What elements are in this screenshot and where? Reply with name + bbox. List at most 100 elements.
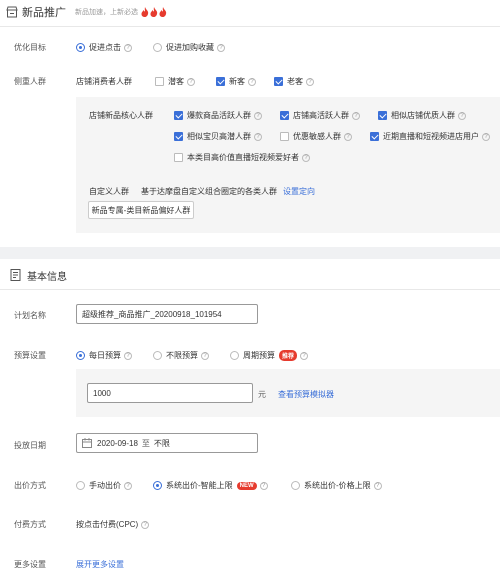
help-icon[interactable]: ? — [187, 77, 195, 86]
checkbox-checked[interactable] — [370, 132, 379, 141]
expand-more-link[interactable]: 展开更多设置 — [76, 559, 124, 570]
bid-option-price-cap[interactable]: 系统出价-价格上限 ? — [291, 480, 382, 491]
custom-crowd-button[interactable]: 新品专属-类目新品偏好人群 — [88, 201, 194, 219]
crowd-label-row: 侧重人群 — [14, 76, 46, 87]
bid-option-smart-cap[interactable]: 系统出价-智能上限 NEW ? — [153, 480, 268, 491]
optimize-option-label: 促进加购收藏 — [166, 43, 214, 52]
plan-name-input[interactable]: 超级推荐_商品推广_20200918_101954 — [76, 304, 258, 324]
radio-checked[interactable] — [76, 351, 85, 360]
help-icon[interactable]: ? — [201, 351, 209, 360]
pay-label-row: 付费方式 — [14, 519, 46, 530]
help-icon[interactable]: ? — [373, 481, 382, 490]
new-badge: NEW — [236, 481, 257, 490]
help-icon[interactable]: ? — [254, 111, 262, 120]
core-option-2[interactable]: 相似店铺优质人群 ? — [378, 110, 466, 121]
checkbox-checked[interactable] — [174, 111, 183, 120]
optimize-option-0[interactable]: 促进点击 ? — [76, 42, 132, 53]
radio-unchecked[interactable] — [230, 351, 239, 360]
checkbox-label: 爆款商品活跃人群 — [187, 111, 251, 120]
more-label-row: 更多设置 — [14, 559, 46, 570]
set-targeting-link[interactable]: 设置定向 — [283, 186, 315, 197]
checkbox-label: 潜客 — [168, 77, 184, 86]
help-icon[interactable]: ? — [344, 132, 352, 141]
checkbox-unchecked[interactable] — [174, 153, 183, 162]
help-icon[interactable]: ? — [352, 111, 360, 120]
crowd-checkbox-laoke[interactable]: 老客 ? — [274, 76, 314, 87]
custom-crowd-desc: 基于达摩盘自定义组合圈定的各类人群 — [141, 187, 277, 196]
help-icon[interactable]: ? — [124, 481, 132, 490]
pay-value: 按点击付费(CPC) — [76, 520, 139, 529]
plan-name-label-row: 计划名称 — [14, 310, 46, 321]
help-icon[interactable]: ? — [124, 43, 132, 52]
budget-option-daily[interactable]: 每日预算 ? — [76, 350, 132, 361]
crowd-checkbox-qianke[interactable]: 潜客 ? — [155, 76, 195, 87]
checkbox-unchecked[interactable] — [155, 77, 164, 86]
date-end: 不限 — [153, 438, 170, 448]
core-option-4[interactable]: 优惠敏感人群 ? — [280, 131, 352, 142]
checkbox-label: 店铺高活跃人群 — [293, 111, 349, 120]
budget-simulator-row[interactable]: 查看预算模拟器 — [278, 389, 334, 400]
radio-unchecked[interactable] — [291, 481, 300, 490]
budget-option-period[interactable]: 周期预算 推荐 ? — [230, 350, 309, 361]
checkbox-checked[interactable] — [216, 77, 225, 86]
budget-unit: 元 — [258, 390, 266, 399]
checkbox-unchecked[interactable] — [280, 132, 289, 141]
checkbox-checked[interactable] — [280, 111, 289, 120]
checkbox-checked[interactable] — [378, 111, 387, 120]
help-icon[interactable]: ? — [254, 132, 262, 141]
section-title: 新品推广 — [22, 7, 66, 19]
core-option-1[interactable]: 店铺高活跃人群 ? — [280, 110, 360, 121]
budget-option-unlimited[interactable]: 不限预算 ? — [153, 350, 209, 361]
section-divider — [0, 247, 500, 259]
checkbox-label: 老客 — [287, 77, 303, 86]
fire-icon — [159, 7, 167, 17]
date-range-input[interactable]: 2020-09-18 至 不限 — [76, 433, 258, 453]
core-option-3[interactable]: 相似宝贝高潜人群 ? — [174, 131, 262, 142]
radio-unchecked[interactable] — [153, 43, 162, 52]
budget-label-row: 预算设置 — [14, 350, 46, 361]
checkbox-checked[interactable] — [274, 77, 283, 86]
help-icon[interactable]: ? — [141, 520, 150, 529]
checkbox-label: 相似宝贝高潜人群 — [187, 132, 251, 141]
budget-simulator-link[interactable]: 查看预算模拟器 — [278, 389, 334, 400]
plan-name-value: 超级推荐_商品推广_20200918_101954 — [82, 309, 222, 319]
fire-icon — [141, 7, 149, 17]
more-label: 更多设置 — [14, 560, 46, 569]
section-title: 基本信息 — [27, 271, 67, 283]
core-option-6[interactable]: 本类目高价值直播短视频爱好者 ? — [174, 152, 310, 163]
help-icon[interactable]: ? — [458, 111, 466, 120]
bid-option-manual[interactable]: 手动出价 ? — [76, 480, 132, 491]
help-icon[interactable]: ? — [124, 351, 132, 360]
crowd-checkbox-xinke[interactable]: 新客 ? — [216, 76, 256, 87]
section-header-new-product: 新品推广 新品加速，上新必选 — [6, 5, 167, 19]
help-icon[interactable]: ? — [482, 132, 490, 141]
help-icon[interactable]: ? — [259, 481, 268, 490]
help-icon[interactable]: ? — [217, 43, 225, 52]
budget-option-label: 不限预算 — [166, 351, 198, 360]
help-icon[interactable]: ? — [306, 77, 314, 86]
optimize-option-label: 促进点击 — [89, 43, 121, 52]
help-icon[interactable]: ? — [300, 351, 309, 360]
budget-amount-value: 1000 — [93, 388, 111, 398]
bid-option-label: 系统出价-价格上限 — [304, 481, 371, 490]
bid-label: 出价方式 — [14, 481, 46, 490]
radio-checked[interactable] — [76, 43, 85, 52]
help-icon[interactable]: ? — [302, 153, 310, 162]
shop-crowd-label: 店铺消费者人群 — [76, 77, 132, 86]
radio-checked[interactable] — [153, 481, 162, 490]
radio-unchecked[interactable] — [76, 481, 85, 490]
radio-unchecked[interactable] — [153, 351, 162, 360]
help-icon[interactable]: ? — [248, 77, 256, 86]
dates-label: 投放日期 — [14, 441, 46, 450]
checkbox-label: 相似店铺优质人群 — [391, 111, 455, 120]
checkbox-checked[interactable] — [174, 132, 183, 141]
core-crowd-label: 店铺新品核心人群 — [89, 111, 153, 120]
core-option-0[interactable]: 爆款商品活跃人群 ? — [174, 110, 262, 121]
calendar-icon — [82, 438, 92, 448]
core-crowd-label-row: 店铺新品核心人群 — [89, 110, 153, 121]
section-subtitle: 新品加速，上新必选 — [75, 9, 138, 16]
optimize-option-1[interactable]: 促进加购收藏 ? — [153, 42, 225, 53]
more-link-row[interactable]: 展开更多设置 — [76, 559, 124, 570]
core-option-5[interactable]: 近期直播和短视频进店用户 ? — [370, 131, 490, 142]
budget-amount-input[interactable]: 1000 — [87, 383, 253, 403]
